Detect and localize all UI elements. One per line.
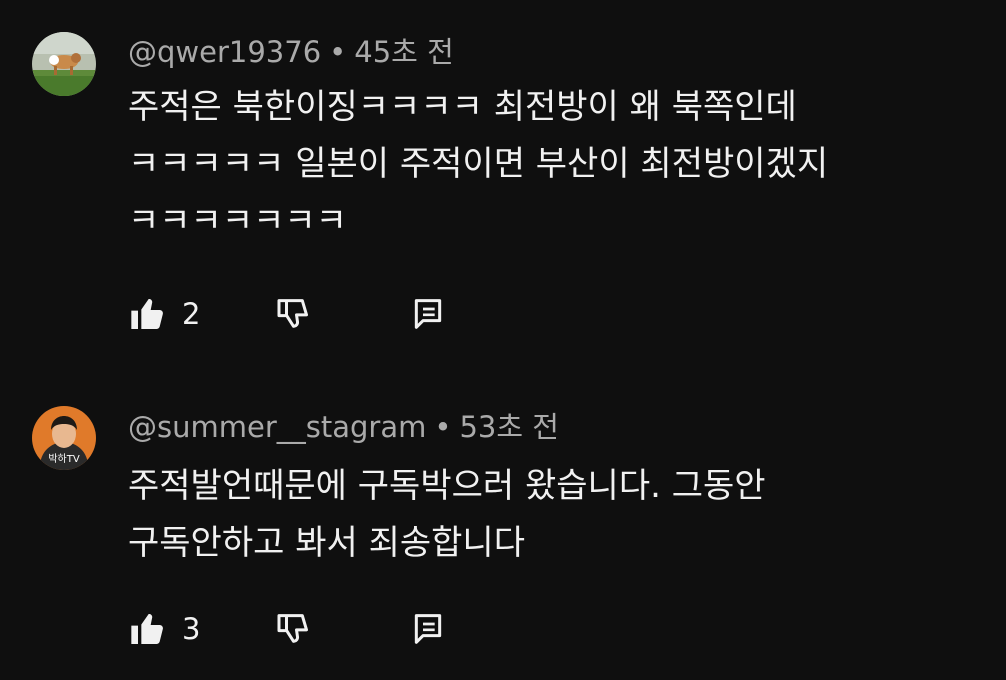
author-name[interactable]: @summer__stagram bbox=[128, 410, 426, 444]
separator-dot: • bbox=[434, 410, 452, 444]
comment-line: ㅋㅋㅋㅋㅋ 일본이 주적이면 부산이 최전방이겠지 bbox=[128, 144, 829, 184]
avatar[interactable]: 박하TV bbox=[32, 406, 96, 470]
dislike-button[interactable] bbox=[274, 294, 314, 334]
comment-text: 주적은 북한이징ㅋㅋㅋㅋ 최전방이 왜 북쪽인데 ㅋㅋㅋㅋㅋ 일본이 주적이면 … bbox=[128, 79, 828, 250]
comment-meta: @summer__stagram • 53초 전 bbox=[128, 409, 559, 445]
like-count: 2 bbox=[182, 297, 201, 331]
like-count: 3 bbox=[182, 612, 201, 646]
comment-line: 주적은 북한이징ㅋㅋㅋㅋ 최전방이 왜 북쪽인데 bbox=[128, 87, 797, 127]
reply-button[interactable] bbox=[408, 609, 448, 649]
comment-line: 구독안하고 봐서 죄송합니다 bbox=[128, 523, 525, 563]
reply-icon bbox=[414, 299, 442, 329]
avatar[interactable] bbox=[32, 32, 96, 96]
thumbs-up-icon bbox=[131, 299, 163, 329]
thumbs-down-icon bbox=[277, 614, 308, 643]
comment-line: ㅋㅋㅋㅋㅋㅋㅋ bbox=[128, 201, 347, 241]
avatar-label: 박하TV bbox=[48, 454, 80, 465]
comment-line: 주적발언때문에 구독박으러 왔습니다. 그동안 bbox=[128, 466, 766, 506]
separator-dot: • bbox=[329, 35, 347, 69]
comment-time[interactable]: 45초 전 bbox=[354, 35, 453, 69]
comment-time[interactable]: 53초 전 bbox=[459, 410, 558, 444]
dog-photo-icon bbox=[32, 32, 96, 96]
reply-button[interactable] bbox=[408, 294, 448, 334]
thumbs-down-icon bbox=[277, 299, 308, 328]
comment-text: 주적발언때문에 구독박으러 왔습니다. 그동안 구독안하고 봐서 죄송합니다 bbox=[128, 458, 766, 572]
comment-meta: @qwer19376 • 45초 전 bbox=[128, 34, 454, 70]
like-button[interactable]: 2 bbox=[128, 294, 200, 334]
dislike-button[interactable] bbox=[274, 609, 314, 649]
like-button[interactable]: 3 bbox=[128, 609, 200, 649]
reply-icon bbox=[414, 614, 442, 644]
thumbs-up-icon bbox=[131, 614, 163, 644]
author-name[interactable]: @qwer19376 bbox=[128, 35, 321, 69]
